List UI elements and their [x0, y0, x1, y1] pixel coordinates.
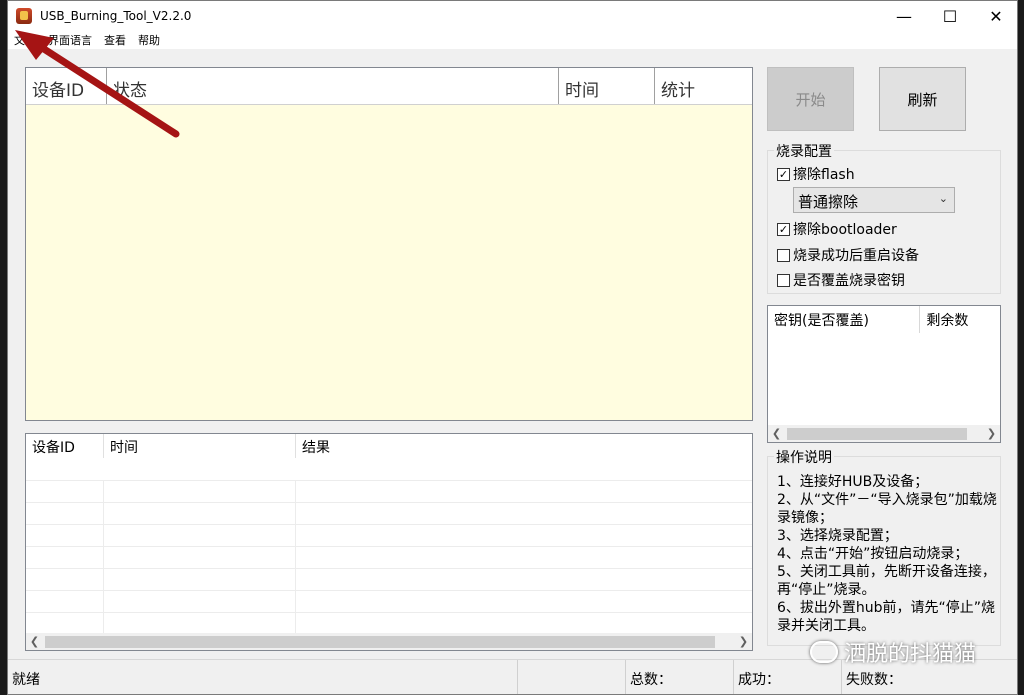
table-row	[26, 546, 752, 568]
minimize-button[interactable]: —	[881, 1, 927, 31]
column-status[interactable]: 状态	[107, 68, 559, 104]
scroll-thumb[interactable]	[787, 427, 967, 440]
menu-view[interactable]: 查看	[98, 32, 132, 48]
column-time[interactable]: 时间	[559, 68, 655, 104]
column-device-id[interactable]: 设备ID	[26, 434, 104, 458]
start-button[interactable]: 开始	[767, 67, 854, 131]
scroll-right-icon[interactable]: ❯	[983, 427, 1000, 440]
scroll-left-icon[interactable]: ❮	[768, 427, 785, 440]
table-row	[26, 568, 752, 590]
erase-mode-select[interactable]: 普通擦除 ⌄	[793, 187, 955, 213]
log-horizontal-scrollbar[interactable]: ❮ ❯	[26, 633, 752, 650]
key-list-horizontal-scrollbar[interactable]: ❮ ❯	[768, 425, 1000, 442]
status-ready: 就绪	[8, 660, 518, 694]
burn-config-title: 烧录配置	[774, 141, 834, 161]
erase-flash-label: 擦除flash	[793, 167, 855, 183]
column-key[interactable]: 密钥(是否覆盖)	[768, 306, 921, 333]
overwrite-key-label: 是否覆盖烧录密钥	[793, 273, 905, 289]
erase-bootloader-checkbox[interactable]: ✓ 擦除bootloader	[777, 219, 897, 239]
checkbox-checked-icon: ✓	[777, 222, 790, 236]
maximize-button[interactable]: ☐	[927, 1, 973, 31]
wechat-icon	[810, 641, 838, 663]
scroll-right-icon[interactable]: ❯	[735, 635, 752, 648]
key-list[interactable]: 密钥(是否覆盖) 剩余数 ❮ ❯	[767, 305, 1001, 443]
device-grid[interactable]: 设备ID 状态 时间 统计	[25, 67, 753, 421]
log-grid-header: 设备ID 时间 结果	[26, 434, 752, 458]
menu-help[interactable]: 帮助	[132, 32, 166, 48]
device-grid-header: 设备ID 状态 时间 统计	[26, 68, 752, 105]
chevron-down-icon: ⌄	[938, 192, 948, 205]
status-blank	[518, 660, 626, 694]
overwrite-key-checkbox[interactable]: 是否覆盖烧录密钥	[777, 270, 905, 290]
reboot-after-checkbox[interactable]: 烧录成功后重启设备	[777, 245, 919, 265]
checkbox-unchecked-icon	[777, 273, 790, 287]
status-total: 总数：	[626, 660, 734, 694]
app-icon	[16, 8, 32, 24]
burn-config-group: 烧录配置 ✓ 擦除flash 普通擦除 ⌄ ✓ 擦除bootloader 烧录成…	[767, 141, 1001, 294]
column-stats[interactable]: 统计	[655, 68, 752, 104]
table-row	[26, 524, 752, 546]
menu-interface-language[interactable]: 界面语言	[42, 32, 98, 48]
table-row	[26, 590, 752, 612]
app-window: USB_Burning_Tool_V2.2.0 — ☐ ✕ 文件 界面语言 查看…	[7, 0, 1018, 695]
table-row	[26, 480, 752, 502]
table-row	[26, 502, 752, 524]
menu-file[interactable]: 文件	[8, 32, 42, 48]
close-button[interactable]: ✕	[973, 1, 1017, 31]
window-title: USB_Burning_Tool_V2.2.0	[40, 9, 192, 23]
menu-bar: 文件 界面语言 查看 帮助	[8, 31, 1017, 49]
reboot-after-label: 烧录成功后重启设备	[793, 248, 919, 264]
erase-flash-checkbox[interactable]: ✓ 擦除flash	[777, 164, 855, 184]
scroll-thumb[interactable]	[45, 635, 715, 648]
key-list-header: 密钥(是否覆盖) 剩余数	[768, 306, 1000, 333]
scroll-left-icon[interactable]: ❮	[26, 635, 43, 648]
watermark: 洒脱的抖猫猫	[810, 636, 976, 668]
title-bar: USB_Burning_Tool_V2.2.0 — ☐ ✕	[8, 1, 1017, 31]
instructions-title: 操作说明	[774, 447, 834, 467]
column-result[interactable]: 结果	[296, 434, 752, 458]
log-grid[interactable]: 设备ID 时间 结果 ❮ ❯	[25, 433, 753, 651]
column-device-id[interactable]: 设备ID	[26, 68, 107, 104]
table-row	[26, 612, 752, 634]
refresh-button[interactable]: 刷新	[879, 67, 966, 131]
instructions-text: 1、连接好HUB及设备； 2、从“文件”－“导入烧录包”加载烧录镜像； 3、选择…	[777, 474, 997, 634]
column-remaining[interactable]: 剩余数	[920, 306, 1000, 333]
watermark-text: 洒脱的抖猫猫	[844, 642, 977, 667]
erase-mode-value: 普通擦除	[798, 193, 859, 211]
checkbox-checked-icon: ✓	[777, 167, 790, 181]
instructions-group: 操作说明 1、连接好HUB及设备； 2、从“文件”－“导入烧录包”加载烧录镜像；…	[767, 447, 1001, 646]
column-time[interactable]: 时间	[104, 434, 296, 458]
checkbox-unchecked-icon	[777, 248, 790, 262]
erase-bootloader-label: 擦除bootloader	[793, 222, 897, 238]
